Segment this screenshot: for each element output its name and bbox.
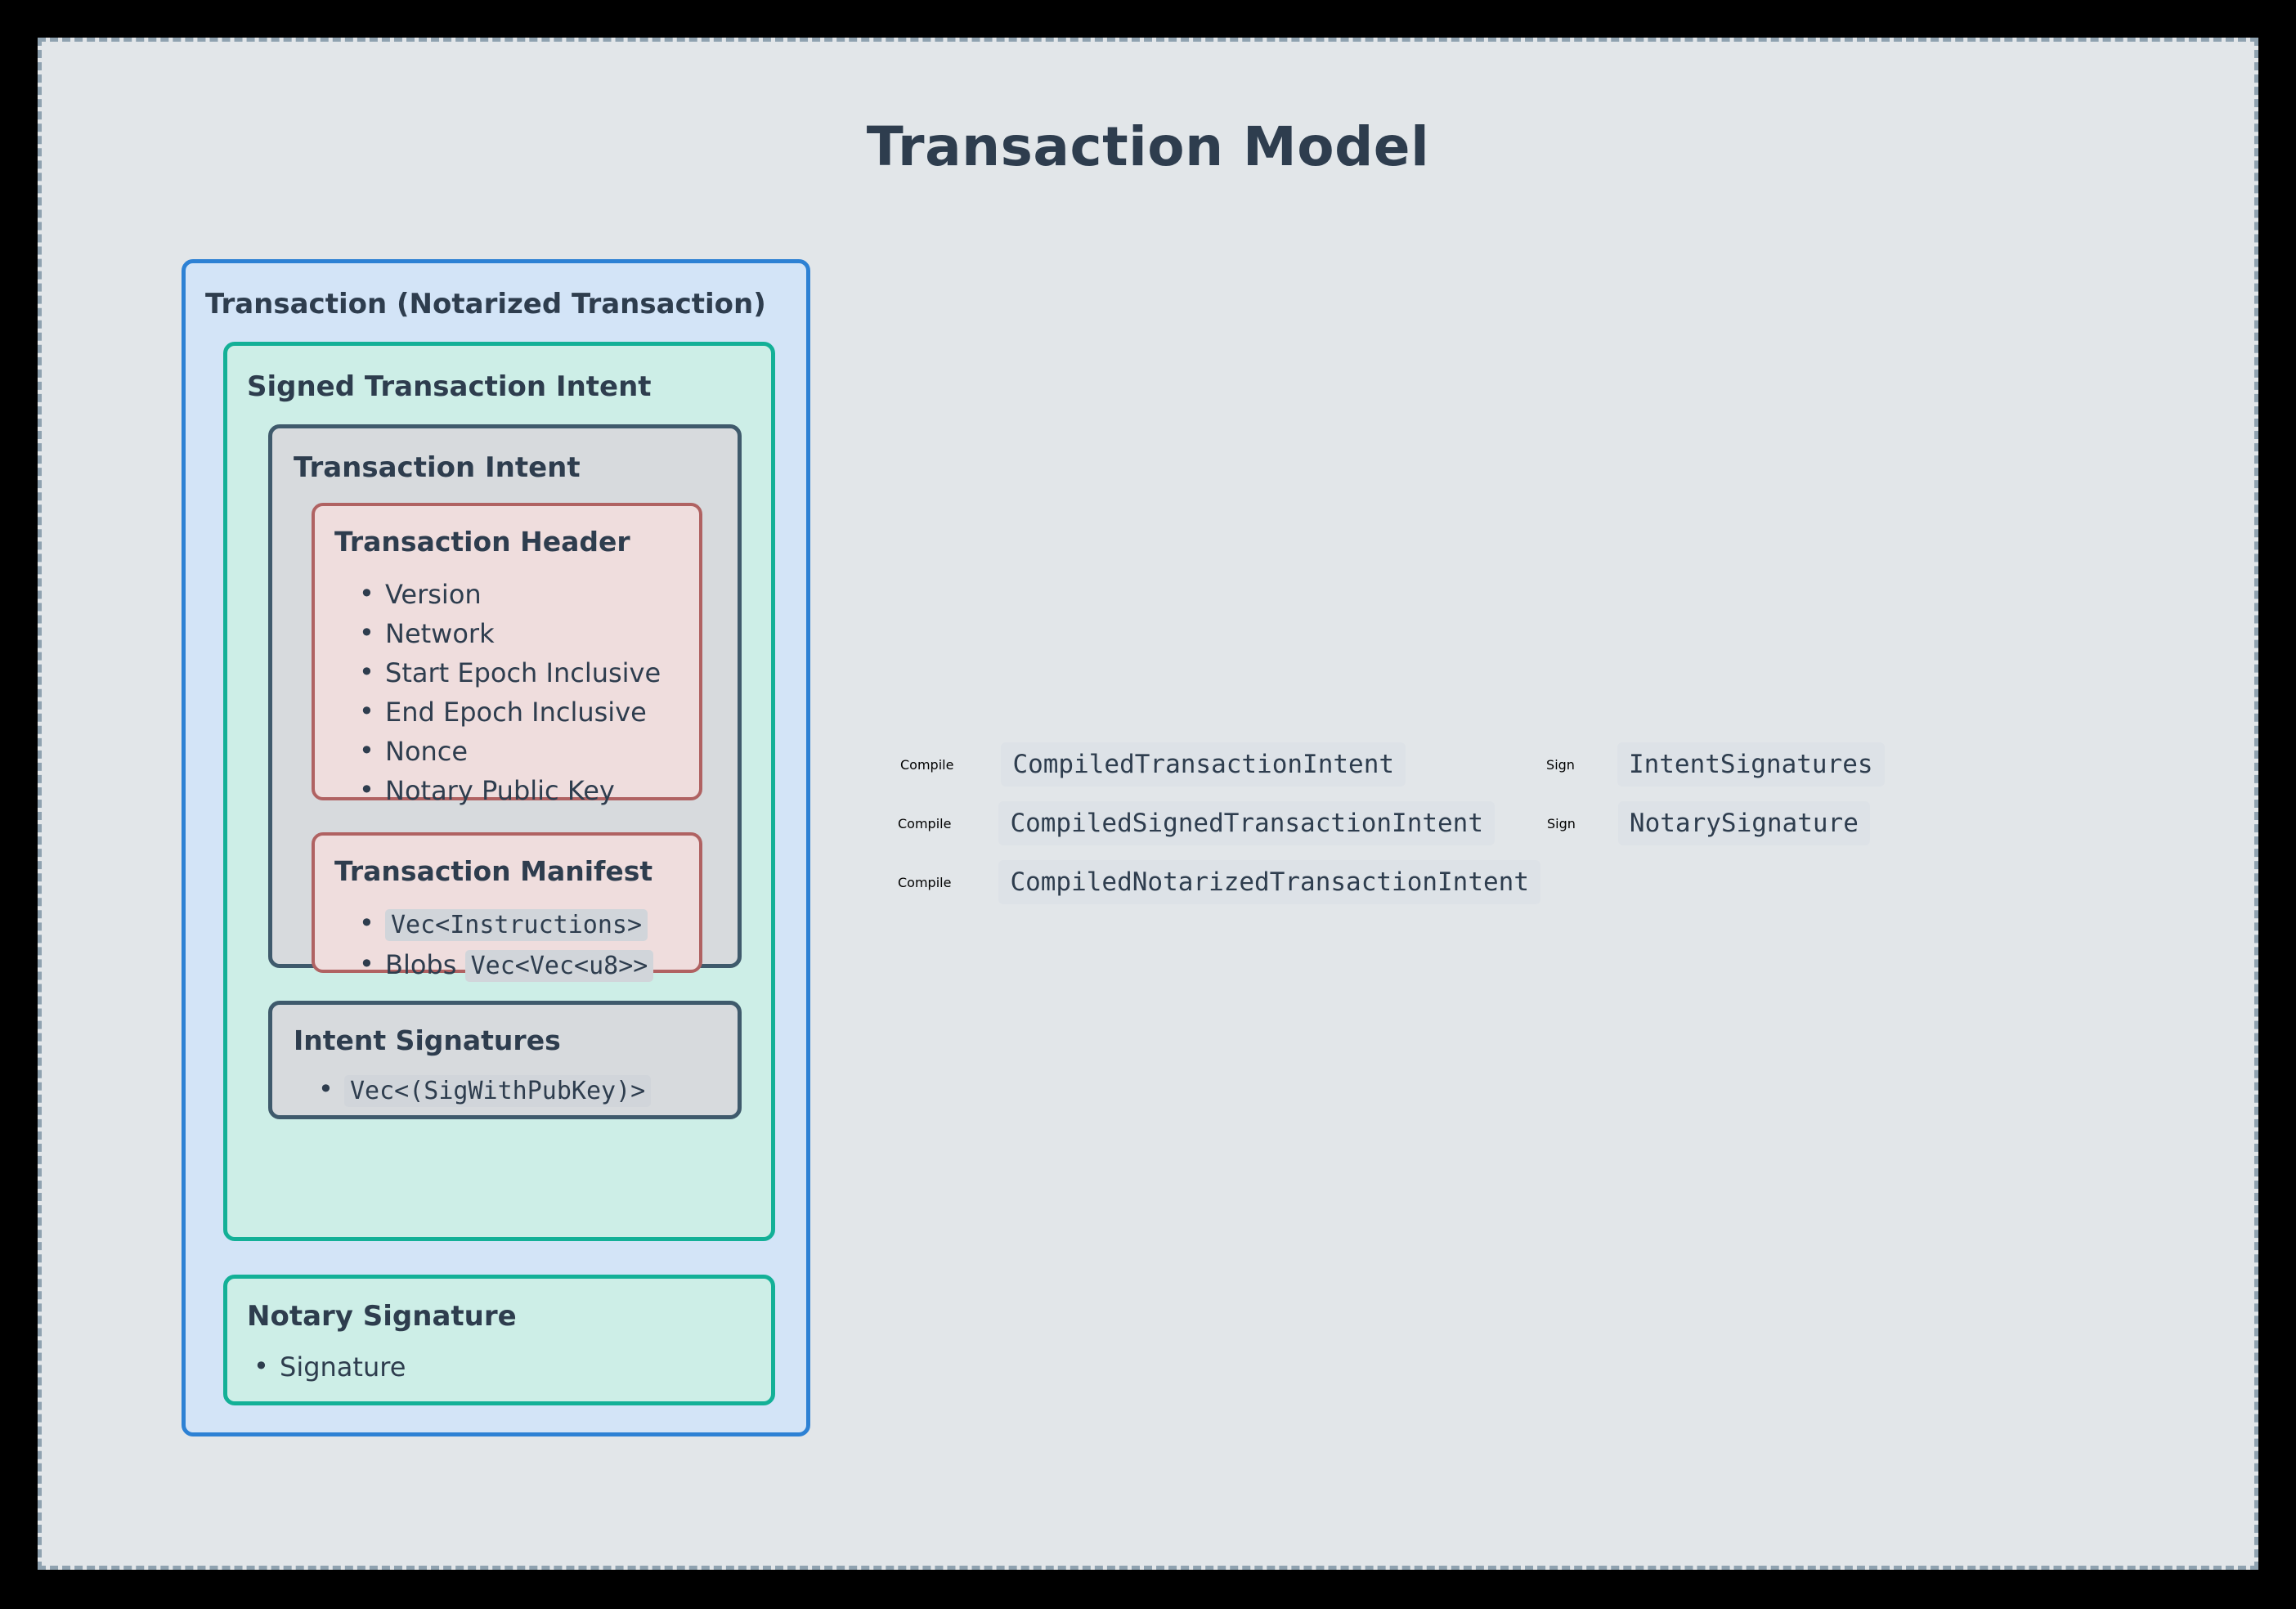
list-item-label: Start Epoch Inclusive: [385, 657, 661, 688]
box-intent-signatures: Intent Signatures Vec<(SigWithPubKey)>: [268, 1001, 742, 1119]
flow-node: NotarySignature: [1617, 801, 1870, 845]
list-item: Version: [352, 574, 661, 614]
code-token: Vec<Instructions>: [385, 909, 648, 941]
edge-label-sign: Sign: [1547, 815, 1576, 831]
flow-row: Compile CompiledSignedTransactionIntent S…: [847, 799, 1870, 848]
list-item: Vec<(SigWithPubKey)>: [312, 1069, 652, 1111]
box-transaction-label: Transaction (Notarized Transaction): [205, 288, 766, 320]
list-item: Nonce: [352, 731, 661, 771]
list-item: Blobs Vec<Vec<u8>>: [352, 944, 654, 986]
flow-node: CompiledNotarizedTransactionIntent: [998, 860, 1540, 904]
list-item: Vec<Instructions>: [352, 903, 653, 945]
flow-node: CompiledTransactionIntent: [1001, 742, 1406, 787]
list-item: Start Epoch Inclusive: [352, 652, 661, 692]
flow-row: Compile CompiledNotarizedTransactionInte…: [847, 858, 1540, 907]
list-item-label: Notary Public Key: [385, 775, 615, 806]
edge-label-sign: Sign: [1546, 756, 1575, 773]
box-transaction-intent: Transaction Intent Transaction Header Ve…: [268, 424, 742, 984]
page-title: Transaction Model: [866, 115, 1430, 178]
code-token: Vec<(SigWithPubKey)>: [344, 1075, 652, 1107]
transaction-manifest-list: Vec<Instructions>Blobs Vec<Vec<u8>>: [352, 903, 654, 986]
list-item: Network: [352, 613, 661, 653]
flow-node: IntentSignatures: [1617, 742, 1885, 787]
intent-signatures-list: Vec<(SigWithPubKey)>: [312, 1069, 652, 1111]
box-transaction-manifest-label: Transaction Manifest: [334, 855, 653, 887]
transaction-header-list: Version Network Start Epoch Inclusive End E…: [352, 574, 661, 810]
list-item-label: Blobs: [385, 949, 457, 980]
edge-label-compile: Compile: [900, 756, 954, 773]
box-notary-signature: Notary Signature Signature: [223, 1275, 775, 1405]
code-token: Vec<Vec<u8>>: [464, 950, 654, 982]
list-item: Signature: [247, 1347, 406, 1387]
list-item-label: Signature: [280, 1351, 406, 1383]
box-signed-transaction-intent: Signed Transaction Intent Transaction In…: [223, 342, 775, 1241]
box-signed-intent-label: Signed Transaction Intent: [247, 370, 652, 403]
box-transaction-header-label: Transaction Header: [334, 526, 630, 558]
diagram-frame: Transaction Model Transaction (Notarized…: [38, 38, 2258, 1570]
list-item-label: End Epoch Inclusive: [385, 697, 647, 728]
box-notary-signature-label: Notary Signature: [247, 1300, 517, 1333]
box-intent-signatures-label: Intent Signatures: [294, 1024, 561, 1056]
flow-node: CompiledSignedTransactionIntent: [998, 801, 1496, 845]
list-item-label: Network: [385, 618, 495, 649]
list-item: Notary Public Key: [352, 770, 661, 810]
list-item-label: Nonce: [385, 736, 469, 767]
box-transaction-manifest: Transaction Manifest Vec<Instructions>Bl…: [312, 832, 702, 984]
box-transaction-notarized: Transaction (Notarized Transaction) Sign…: [182, 259, 810, 1436]
box-transaction-header: Transaction Header Version Network Start E…: [312, 503, 702, 809]
box-transaction-intent-label: Transaction Intent: [294, 451, 581, 484]
notary-signature-list: Signature: [247, 1347, 406, 1387]
list-item: End Epoch Inclusive: [352, 692, 661, 732]
list-item-label: Version: [385, 579, 482, 610]
edge-label-compile: Compile: [898, 874, 952, 890]
edge-label-compile: Compile: [898, 815, 952, 831]
flow-row: Compile CompiledTransactionIntent Sign Int…: [778, 740, 1885, 789]
